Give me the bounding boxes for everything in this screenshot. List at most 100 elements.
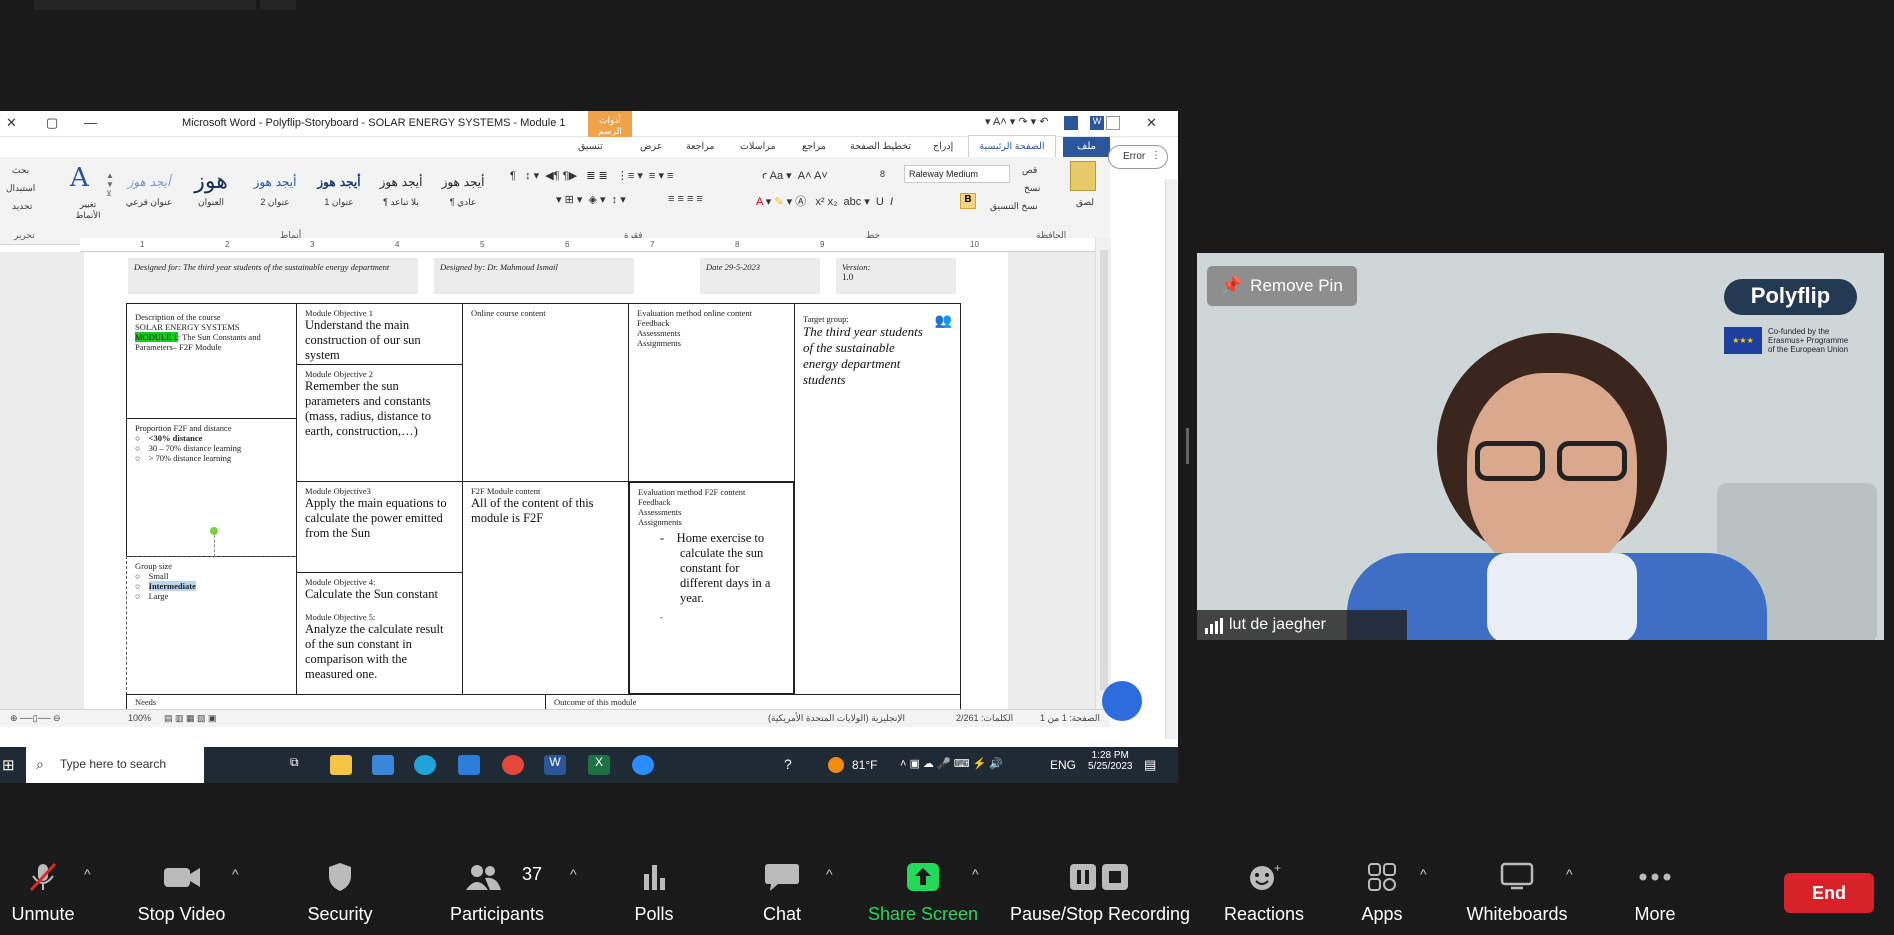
whiteboards-button[interactable]: Whiteboards [1458, 848, 1576, 935]
end-meeting-button[interactable]: End [1784, 873, 1874, 913]
font-controls-icon[interactable]: ꜥ Aa ▾ A˄ A˅ [762, 169, 828, 182]
participants-caret[interactable]: ^ [570, 866, 577, 882]
tab-references[interactable]: مراجع [802, 141, 826, 152]
maximize-icon[interactable]: ▢ [46, 115, 58, 131]
rotation-handle[interactable] [210, 527, 218, 535]
change-styles-icon[interactable]: A [70, 163, 89, 193]
zoom-icon[interactable] [632, 755, 654, 775]
eval-online-cell[interactable]: Evaluation method online content Feedbac… [628, 303, 795, 482]
style-heading-1[interactable]: أيجد هوز عنوان 1 [310, 167, 368, 219]
chat-button[interactable]: Chat [744, 848, 820, 935]
tab-mailings[interactable]: مراسلات [740, 141, 776, 152]
bold-button[interactable]: B [960, 193, 976, 209]
style-no-spacing[interactable]: أيجد هوز ¶ بلا تباعد [372, 167, 430, 219]
tab-review[interactable]: مراجعة [686, 141, 715, 152]
proportion-cell[interactable]: Proportion F2F and distance ○ <30% dista… [126, 418, 297, 557]
objective-1-cell[interactable]: Module Objective 1 Understand the main c… [296, 303, 463, 365]
tab-page-layout[interactable]: تخطيط الصفحة [850, 141, 911, 152]
file-explorer-icon[interactable] [330, 755, 352, 775]
apps-button[interactable]: Apps [1346, 848, 1418, 935]
word-icon[interactable]: W [544, 755, 566, 775]
minimize-icon[interactable]: — [84, 115, 97, 130]
style-heading-2[interactable]: أيجد هوز عنوان 2 [246, 167, 304, 219]
clock[interactable]: 1:28 PM 5/25/2023 [1088, 750, 1133, 772]
cut-button[interactable]: قص [1022, 165, 1037, 176]
word-count[interactable]: الكلمات: 2/261 [956, 713, 1013, 724]
description-cell[interactable]: Description of the course SOLAR ENERGY S… [126, 303, 297, 419]
unmute-button[interactable]: Unmute [0, 848, 86, 935]
participants-button[interactable]: 37 Participants [440, 848, 554, 935]
restore-icon[interactable] [1106, 116, 1120, 130]
tray-icons[interactable]: ˄ ▣ ☁ 🎤 ⌨ ⚡ 🔊 [900, 757, 1003, 770]
save-icon[interactable] [1064, 116, 1078, 130]
online-content-cell[interactable]: Online course content [462, 303, 629, 482]
share-caret[interactable]: ^ [972, 866, 979, 882]
outer-scrollbar[interactable] [1165, 179, 1177, 739]
security-button[interactable]: Security [290, 848, 390, 935]
polls-button[interactable]: Polls [614, 848, 694, 935]
close-window-icon[interactable]: ✕ [1146, 115, 1157, 131]
video-options-caret[interactable]: ^ [232, 866, 239, 882]
shading-borders-icon[interactable]: ▾ ⊞ ▾ ◈ ▾ ↕ ▾ [556, 193, 632, 206]
top-tab-button[interactable] [260, 0, 296, 10]
quick-access-icons[interactable]: ▾ A˄ ▾ ↷ ▾ ↶ [985, 115, 1048, 128]
store-icon[interactable] [372, 755, 394, 775]
view-buttons-icon[interactable]: ▤ ▥ ▦ ▧ ▣ [164, 713, 217, 724]
windows-start-icon[interactable]: ⊞ [2, 756, 15, 774]
participant-video[interactable]: 📌 Remove Pin Polyflip ★★★ Co-funded by th… [1197, 253, 1884, 640]
scroll-thumb[interactable] [1100, 250, 1108, 690]
taskbar-search[interactable]: ⌕ Type here to search [26, 747, 204, 783]
objective-2-cell[interactable]: Module Objective 2 Remember the sun para… [296, 364, 463, 482]
tab-format[interactable]: تنسيق [578, 141, 603, 152]
eval-f2f-cell[interactable]: Evaluation method F2F content Feedback A… [628, 481, 795, 695]
styles-scroll-icon[interactable]: ▲ ▼ ⊻ [106, 171, 114, 198]
objective-3-cell[interactable]: Module Objective3 Apply the main equatio… [296, 481, 463, 573]
tab-view[interactable]: عرض [640, 141, 662, 152]
copy-button[interactable]: نسخ [1024, 183, 1040, 194]
close-icon[interactable]: ✕ [6, 115, 17, 131]
document-page[interactable]: Designed for: The third year students of… [84, 252, 1008, 714]
chrome-icon[interactable] [502, 755, 524, 775]
paste-icon[interactable] [1070, 161, 1096, 191]
recording-button[interactable]: Pause/Stop Recording [1004, 848, 1196, 935]
tab-file[interactable]: ملف [1063, 137, 1110, 157]
doc-vertical-scrollbar[interactable] [1095, 238, 1111, 714]
tab-insert[interactable]: إدراج [933, 141, 953, 152]
font-color-icons[interactable]: A ▾ ✎ ▾ Ⓐ x² x₂ abc ▾ U I [756, 193, 893, 209]
notifications-icon[interactable]: ▤ [1144, 757, 1156, 773]
zoom-slider-icon[interactable]: ⊕ ──▯── ⊖ [10, 713, 61, 724]
language-status[interactable]: الإنجليزية (الولايات المتحدة الأمريكية) [768, 713, 905, 724]
language-indicator[interactable]: ENG [1050, 758, 1076, 772]
apps-caret[interactable]: ^ [1420, 866, 1427, 882]
share-screen-button[interactable]: Share Screen [866, 848, 980, 935]
whiteboards-caret[interactable]: ^ [1566, 866, 1573, 882]
floating-chat-icon[interactable] [1102, 681, 1142, 721]
task-view-icon[interactable]: ⧉ [290, 755, 308, 775]
paragraph-mark-icon[interactable]: ¶ ↕ ▾ ◀¶ ¶▶ ≣ ≣ ⋮≡ ▾ ≡ ▾ ≡ [510, 169, 673, 182]
remove-pin-button[interactable]: 📌 Remove Pin [1207, 266, 1357, 306]
chat-caret[interactable]: ^ [826, 866, 833, 882]
style-subtitle[interactable]: أيجد هوز عنوان فرعي [120, 167, 178, 219]
help-icon[interactable]: ? [784, 756, 792, 772]
top-tab[interactable] [34, 0, 256, 10]
stop-video-button[interactable]: Stop Video [124, 848, 239, 935]
replace-button[interactable]: استبدال [6, 183, 35, 194]
style-title[interactable]: هوز العنوان [182, 167, 240, 219]
edge-icon[interactable] [414, 755, 436, 775]
f2f-content-cell[interactable]: F2F Module content All of the content of… [462, 481, 629, 695]
page-count[interactable]: الصفحة: 1 من 1 [1040, 713, 1100, 724]
more-button[interactable]: More [1616, 848, 1694, 935]
zoom-level[interactable]: 100% [128, 713, 151, 723]
select-button[interactable]: تحديد [12, 201, 32, 212]
font-name-box[interactable]: Raleway Medium [904, 165, 1010, 183]
mail-icon[interactable] [458, 755, 480, 775]
excel-icon[interactable]: X [588, 755, 610, 775]
group-size-cell[interactable]: Group size ○ Small ○ Intermediate ○ Larg… [126, 556, 297, 695]
font-size-box[interactable]: 8 [880, 169, 885, 179]
error-button[interactable]: Error ⋮ [1108, 145, 1168, 169]
align-icons[interactable]: ≡ ≡ ≡ ≡ [668, 193, 703, 205]
find-button[interactable]: بحث [12, 165, 29, 176]
split-handle[interactable] [1186, 428, 1189, 464]
tab-home[interactable]: الصفحة الرئيسية [968, 135, 1056, 157]
objective-4-5-cell[interactable]: Module Objective 4: Calculate the Sun co… [296, 572, 463, 695]
